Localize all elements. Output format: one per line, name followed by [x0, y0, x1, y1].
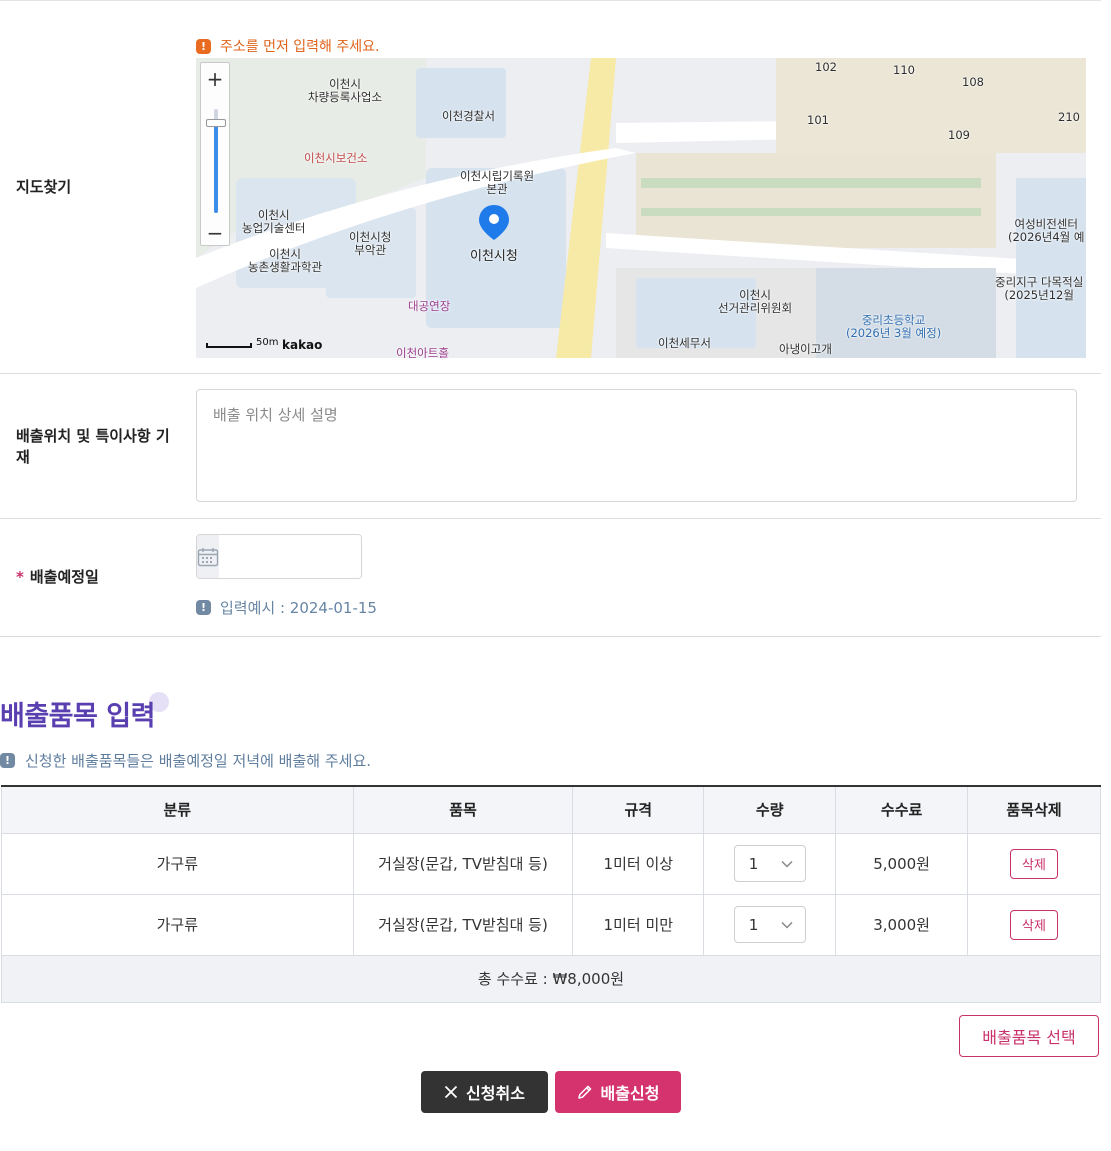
date-hint-text: 입력예시 : 2024-01-15 [220, 599, 377, 617]
address-warning: ! 주소를 먼저 입력해 주세요. [196, 36, 379, 56]
table-row: 가구류 거실장(문갑, TV받침대 등) 1미터 이상 1 5,000원 삭제 [1, 832, 1101, 895]
map-label-ayangi: 아냉이고개 [779, 342, 832, 356]
chevron-down-icon [781, 921, 793, 929]
items-table: 분류 품목 규격 수량 수수료 품목삭제 가구류 거실장(문갑, TV받침대 등… [1, 785, 1101, 1003]
zoom-control: + − [200, 62, 230, 246]
column-header-fee: 수수료 [835, 785, 969, 834]
chevron-down-icon [781, 860, 793, 868]
delete-button[interactable]: 삭제 [1010, 848, 1059, 879]
qty-select[interactable]: 1 [733, 845, 806, 882]
zoom-handle[interactable] [206, 119, 226, 127]
map-label-archive: 이천시립기록원 본관 [460, 169, 535, 196]
map-label-apt-101: 101 [807, 113, 829, 127]
pencil-icon [577, 1085, 591, 1099]
map-view[interactable]: + − 이천시 차량등록사업소 이천경찰서 이천시보건소 이천시립기록원 본관 이천… [196, 58, 1086, 358]
qty-select[interactable]: 1 [733, 906, 806, 943]
cell-item: 거실장(문갑, TV받침대 등) [352, 832, 574, 895]
map-label-women-center: 여성비전센터 (2026년4월 예 [1008, 217, 1085, 244]
table-row: 가구류 거실장(문갑, TV받침대 등) 1미터 미만 1 3,000원 삭제 [1, 893, 1101, 956]
map-label-car-registration: 이천시 차량등록사업소 [308, 77, 383, 104]
map-label-plaza: 대공연장 [408, 299, 451, 313]
map-label-election: 이천시 선거관리위원회 [718, 288, 793, 315]
cell-fee: 5,000원 [835, 832, 969, 895]
cell-delete: 삭제 [967, 893, 1101, 956]
map-label-apt-109: 109 [948, 128, 970, 142]
warning-icon: ! [196, 38, 211, 54]
delete-button[interactable]: 삭제 [1010, 909, 1059, 940]
submit-label: 배출신청 [600, 1084, 660, 1103]
map-label-apt-102: 102 [815, 60, 837, 74]
cell-category: 가구류 [1, 893, 354, 956]
zoom-out-button[interactable]: − [201, 219, 229, 247]
column-header-delete: 품목삭제 [967, 785, 1101, 834]
map-scale: 50m [206, 337, 278, 348]
cell-spec: 1미터 미만 [572, 893, 705, 956]
column-header-item: 품목 [352, 785, 574, 834]
map-label-city-hall: 이천시청 [470, 249, 518, 264]
info-icon: ! [0, 753, 15, 768]
note-textarea[interactable] [196, 389, 1077, 502]
date-input[interactable] [219, 535, 361, 578]
required-mark: * [16, 568, 24, 586]
map-label-tax-office: 이천세무서 [658, 336, 711, 350]
map-label-health-center: 이천시보건소 [304, 151, 368, 165]
submit-application-button[interactable]: 배출신청 [555, 1071, 681, 1113]
total-row: 총 수수료 : ₩8,000원 [1, 954, 1101, 1003]
map-label-police: 이천경찰서 [442, 109, 495, 123]
info-icon: ! [196, 600, 211, 615]
map-label-apt-108: 108 [962, 75, 984, 89]
table-header-row: 분류 품목 규격 수량 수수료 품목삭제 [1, 785, 1101, 834]
close-icon [444, 1085, 458, 1099]
column-header-spec: 규격 [572, 785, 705, 834]
note-label: 배출위치 및 특이사항 기재 [16, 427, 170, 466]
cell-item: 거실장(문갑, TV받침대 등) [352, 893, 574, 956]
date-label: * 배출예정일 [16, 567, 99, 588]
map-label-art-hall: 이천아트홀 [396, 346, 449, 359]
date-row: * 배출예정일 ! 입력예시 : 2024-01-15 [0, 519, 1101, 637]
calendar-icon[interactable] [197, 535, 219, 578]
column-header-qty: 수량 [703, 785, 837, 834]
cell-fee: 3,000원 [835, 893, 969, 956]
date-field[interactable] [196, 534, 362, 579]
map-label: 지도찾기 [16, 178, 72, 196]
total-fee: 총 수수료 : ₩8,000원 [1, 954, 1101, 1003]
map-label-apt-210: 210 [1058, 110, 1080, 124]
cell-category: 가구류 [1, 832, 354, 895]
select-items-button[interactable]: 배출품목 선택 [959, 1015, 1099, 1057]
zoom-in-button[interactable]: + [201, 65, 229, 93]
map-label-agri-center: 이천시 농업기술센터 [242, 208, 306, 235]
cancel-label: 신청취소 [466, 1084, 525, 1103]
map-label-school: 중리초등학교 (2026년 3월 예정) [846, 313, 942, 340]
date-label-text: 배출예정일 [29, 568, 99, 586]
address-warning-text: 주소를 먼저 입력해 주세요. [220, 39, 380, 55]
cell-delete: 삭제 [967, 832, 1101, 895]
map-label-rural-science: 이천시 농촌생활과학관 [248, 247, 323, 274]
cancel-application-button[interactable]: 신청취소 [421, 1071, 548, 1113]
map-label-apt-110: 110 [893, 63, 915, 77]
date-hint: ! 입력예시 : 2024-01-15 [196, 597, 377, 618]
scale-text: 50m [256, 337, 279, 348]
cell-spec: 1미터 이상 [572, 832, 705, 895]
items-section-title: 배출품목 입력 [0, 701, 155, 732]
qty-value: 1 [748, 915, 759, 934]
map-label-city-annex: 이천시청 부악관 [349, 230, 392, 257]
items-hint-text: 신청한 배출품목들은 배출예정일 저녁에 배출해 주세요. [25, 752, 372, 770]
cell-qty: 1 [703, 832, 837, 895]
cell-qty: 1 [703, 893, 837, 956]
column-header-category: 분류 [1, 785, 354, 834]
map-label-multi-hall: 중리지구 다목적실 (2025년12월 [995, 275, 1084, 302]
note-row: 배출위치 및 특이사항 기재 [0, 374, 1101, 519]
qty-value: 1 [748, 854, 759, 873]
map-brand-logo: kakao [282, 338, 323, 352]
items-hint: ! 신청한 배출품목들은 배출예정일 저녁에 배출해 주세요. [0, 750, 371, 771]
scale-bar [206, 343, 252, 348]
